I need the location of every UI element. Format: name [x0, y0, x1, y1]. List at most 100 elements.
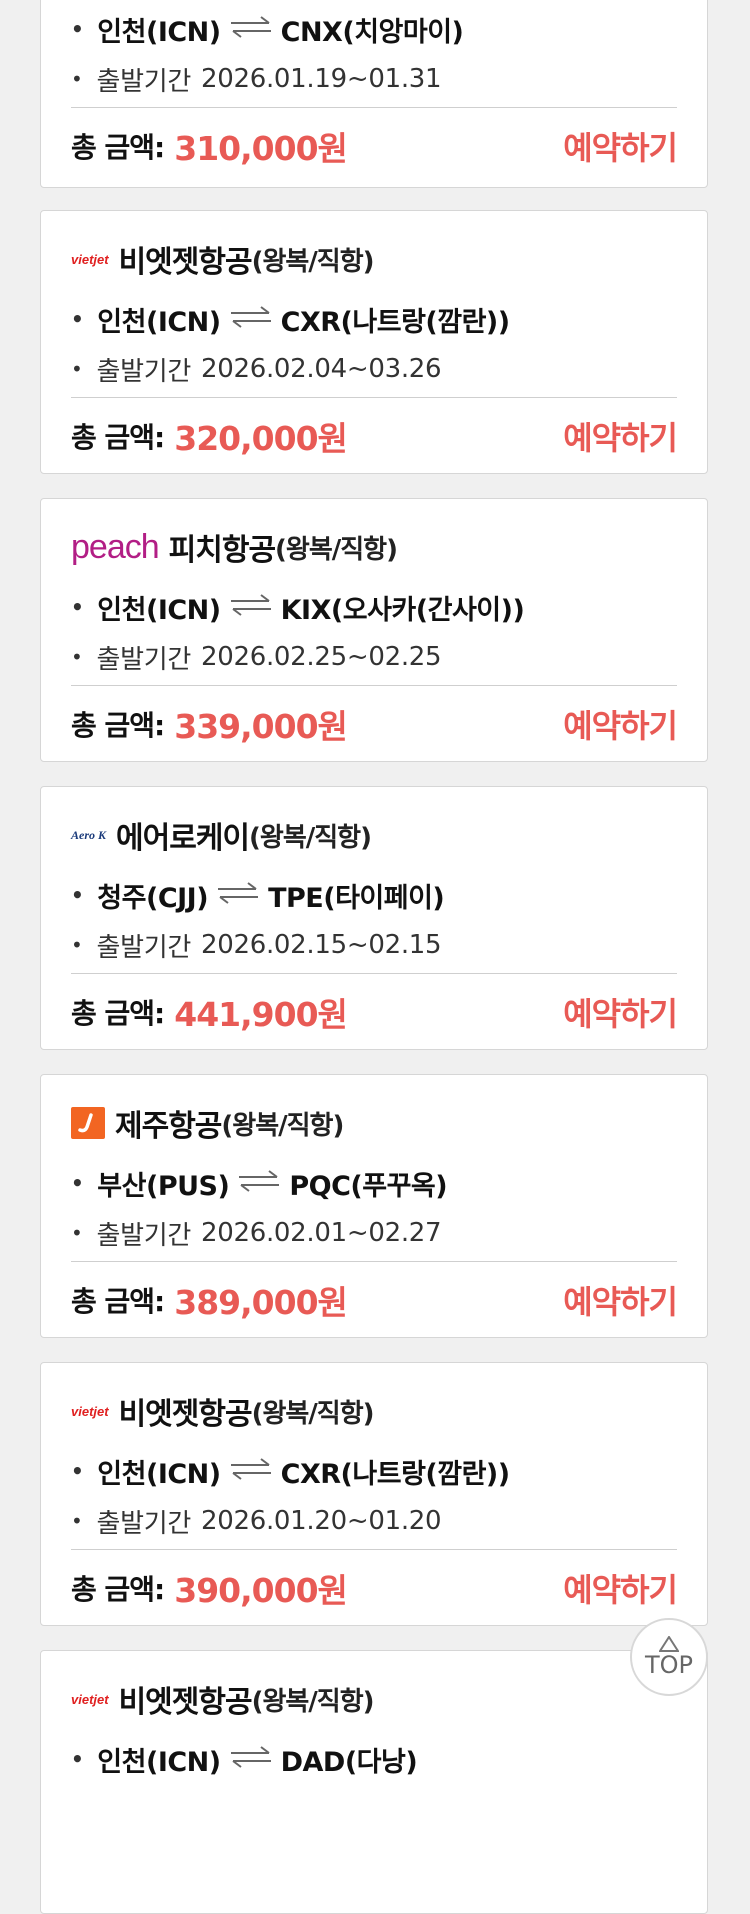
scroll-to-top-button[interactable]: TOP: [630, 1618, 708, 1696]
airline-name: 비엣젯항공: [118, 1397, 253, 1432]
airline-name: 비엣젯항공: [118, 245, 253, 280]
period-label: 출발기간: [96, 356, 192, 387]
period-dates: 2026.02.25~02.25: [200, 642, 442, 672]
round-trip-arrows-icon: [229, 592, 273, 623]
period-dates: 2026.01.20~01.20: [200, 1506, 442, 1536]
round-trip-arrows-icon: [216, 880, 260, 911]
period-dates: 2026.02.01~02.27: [200, 1218, 442, 1248]
round-trip-arrows-icon: [229, 1456, 273, 1487]
period-dates: 2026.02.15~02.15: [200, 930, 442, 960]
airline-header: vietjet 비엣젯항공 (왕복/직항): [71, 239, 375, 280]
route: • 인천(ICN) CXR(나트랑(깜란)): [71, 299, 510, 339]
flight-deal-card[interactable]: vietjet 비엣젯항공 (왕복/직항) • 인천(ICN) CXR(나트랑(…: [40, 210, 708, 474]
total-label: 총 금액:: [71, 131, 165, 164]
book-button[interactable]: 예약하기: [563, 1563, 678, 1613]
period-label: 출발기간: [96, 932, 192, 963]
total-price: 총 금액: 390,000원: [71, 1563, 348, 1613]
triangle-up-icon: [659, 1636, 679, 1652]
route-origin: 인천(ICN): [97, 1746, 221, 1778]
divider: [71, 685, 677, 686]
route-destination: TPE(타이페이): [268, 882, 445, 914]
trip-type: (왕복/직항): [251, 1398, 375, 1429]
vietjet-logo-icon: vietjet: [71, 1403, 109, 1419]
vietjet-logo-icon: vietjet: [71, 1691, 109, 1707]
top-label: TOP: [644, 1651, 694, 1679]
book-button[interactable]: 예약하기: [563, 699, 678, 749]
book-button[interactable]: 예약하기: [563, 121, 678, 171]
flight-deal-card[interactable]: Aero K 에어로케이 (왕복/직항) • 청주(CJJ) TPE(타이페이)…: [40, 786, 708, 1050]
trip-type: (왕복/직항): [221, 1110, 344, 1141]
route-origin: 인천(ICN): [97, 306, 221, 338]
price-value: 389,000원: [174, 1283, 348, 1322]
total-label: 총 금액:: [71, 421, 165, 454]
route-origin: 부산(PUS): [97, 1170, 230, 1202]
airline-name: 제주항공: [115, 1109, 222, 1144]
route: • 부산(PUS) PQC(푸꾸옥): [71, 1163, 448, 1203]
book-button[interactable]: 예약하기: [563, 987, 678, 1037]
divider: [71, 1261, 677, 1262]
period-label: 출발기간: [96, 644, 192, 675]
bullet-icon: •: [71, 307, 84, 331]
trip-type: (왕복/직항): [251, 246, 375, 277]
total-price: 총 금액: 320,000원: [71, 411, 348, 461]
airline-header: peach 피치항공 (왕복/직항): [71, 527, 398, 569]
total-price: 총 금액: 441,900원: [71, 987, 348, 1037]
bullet-icon: •: [71, 357, 83, 381]
flight-deal-card[interactable]: • 인천(ICN) CNX(치앙마이) • 출발기간 2026.01.19~01…: [40, 0, 708, 188]
airline-name: 피치항공: [168, 533, 276, 568]
period-dates: 2026.02.04~03.26: [200, 354, 442, 384]
divider: [71, 397, 677, 398]
route-destination: PQC(푸꾸옥): [289, 1170, 448, 1202]
total-price: 총 금액: 310,000원: [71, 121, 348, 171]
route-origin: 인천(ICN): [97, 594, 221, 626]
route-destination: CXR(나트랑(깜란)): [280, 306, 510, 338]
price-value: 390,000원: [174, 1571, 348, 1610]
bullet-icon: •: [71, 1509, 83, 1533]
departure-period: • 출발기간 2026.02.25~02.25: [71, 637, 442, 677]
bullet-icon: •: [71, 67, 83, 91]
route: • 인천(ICN) DAD(다낭): [71, 1739, 418, 1779]
trip-type: (왕복/직항): [251, 1686, 375, 1717]
period-label: 출발기간: [96, 1220, 192, 1251]
route-origin: 인천(ICN): [97, 1458, 221, 1490]
round-trip-arrows-icon: [237, 1168, 281, 1199]
book-button[interactable]: 예약하기: [563, 411, 678, 461]
bullet-icon: •: [71, 1459, 84, 1483]
route: • 인천(ICN) CXR(나트랑(깜란)): [71, 1451, 510, 1491]
total-label: 총 금액:: [71, 1285, 165, 1318]
round-trip-arrows-icon: [229, 1744, 273, 1775]
route: • 인천(ICN) CNX(치앙마이): [71, 9, 464, 49]
bullet-icon: •: [71, 17, 84, 41]
route-destination: DAD(다낭): [280, 1746, 418, 1778]
airline-header: vietjet 비엣젯항공 (왕복/직항): [71, 1679, 375, 1720]
route: • 청주(CJJ) TPE(타이페이): [71, 875, 445, 915]
bullet-icon: •: [71, 1171, 84, 1195]
bullet-icon: •: [71, 933, 83, 957]
airline-header: 제주항공 (왕복/직항): [71, 1103, 344, 1144]
departure-period: • 출발기간 2026.01.20~01.20: [71, 1501, 442, 1541]
flight-deal-card[interactable]: peach 피치항공 (왕복/직항) • 인천(ICN) KIX(오사카(간사이…: [40, 498, 708, 762]
departure-period: • 출발기간 2026.02.04~03.26: [71, 349, 442, 389]
flight-deal-card[interactable]: vietjet 비엣젯항공 (왕복/직항) • 인천(ICN) DAD(다낭): [40, 1650, 708, 1914]
book-button[interactable]: 예약하기: [563, 1275, 678, 1325]
bullet-icon: •: [71, 883, 84, 907]
period-label: 출발기간: [96, 1508, 192, 1539]
total-label: 총 금액:: [71, 1573, 165, 1606]
total-price: 총 금액: 339,000원: [71, 699, 348, 749]
airline-name: 에어로케이: [116, 821, 250, 856]
vietjet-logo-icon: vietjet: [71, 251, 109, 267]
departure-period: • 출발기간 2026.01.19~01.31: [71, 59, 442, 99]
route-destination: CXR(나트랑(깜란)): [280, 1458, 510, 1490]
route: • 인천(ICN) KIX(오사카(간사이)): [71, 587, 525, 627]
flight-deal-card[interactable]: 제주항공 (왕복/직항) • 부산(PUS) PQC(푸꾸옥) • 출발기간 2…: [40, 1074, 708, 1338]
peach-logo-icon: peach: [71, 527, 160, 566]
total-price: 총 금액: 389,000원: [71, 1275, 348, 1325]
route-destination: CNX(치앙마이): [280, 16, 464, 48]
divider: [71, 107, 677, 108]
flight-deal-card[interactable]: vietjet 비엣젯항공 (왕복/직항) • 인천(ICN) CXR(나트랑(…: [40, 1362, 708, 1626]
route-origin: 청주(CJJ): [97, 882, 209, 914]
trip-type: (왕복/직항): [249, 822, 372, 853]
divider: [71, 973, 677, 974]
total-label: 총 금액:: [71, 997, 165, 1030]
divider: [71, 1549, 677, 1550]
